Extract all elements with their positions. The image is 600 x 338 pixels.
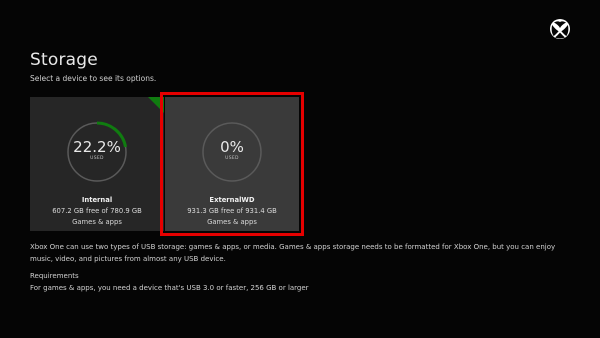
requirements-heading: Requirements (30, 272, 79, 280)
requirements-text: For games & apps, you need a device that… (30, 284, 309, 292)
used-label: USED (90, 156, 104, 161)
storage-screen: Storage Select a device to see its optio… (0, 0, 600, 338)
used-percent: 22.2% (73, 138, 121, 156)
device-free-space: 607.2 GB free of 780.9 GB (52, 207, 142, 215)
page-subtitle: Select a device to see its options. (30, 74, 157, 83)
xbox-logo-icon (550, 19, 570, 39)
page-title: Storage (30, 50, 98, 70)
selection-highlight (160, 92, 304, 236)
storage-tile-internal[interactable]: 22.2% USED Internal 607.2 GB free of 780… (30, 97, 164, 231)
usb-storage-info: Xbox One can use two types of USB storag… (30, 243, 556, 263)
device-name: Internal (81, 196, 113, 204)
device-storage-type: Games & apps (72, 218, 122, 226)
